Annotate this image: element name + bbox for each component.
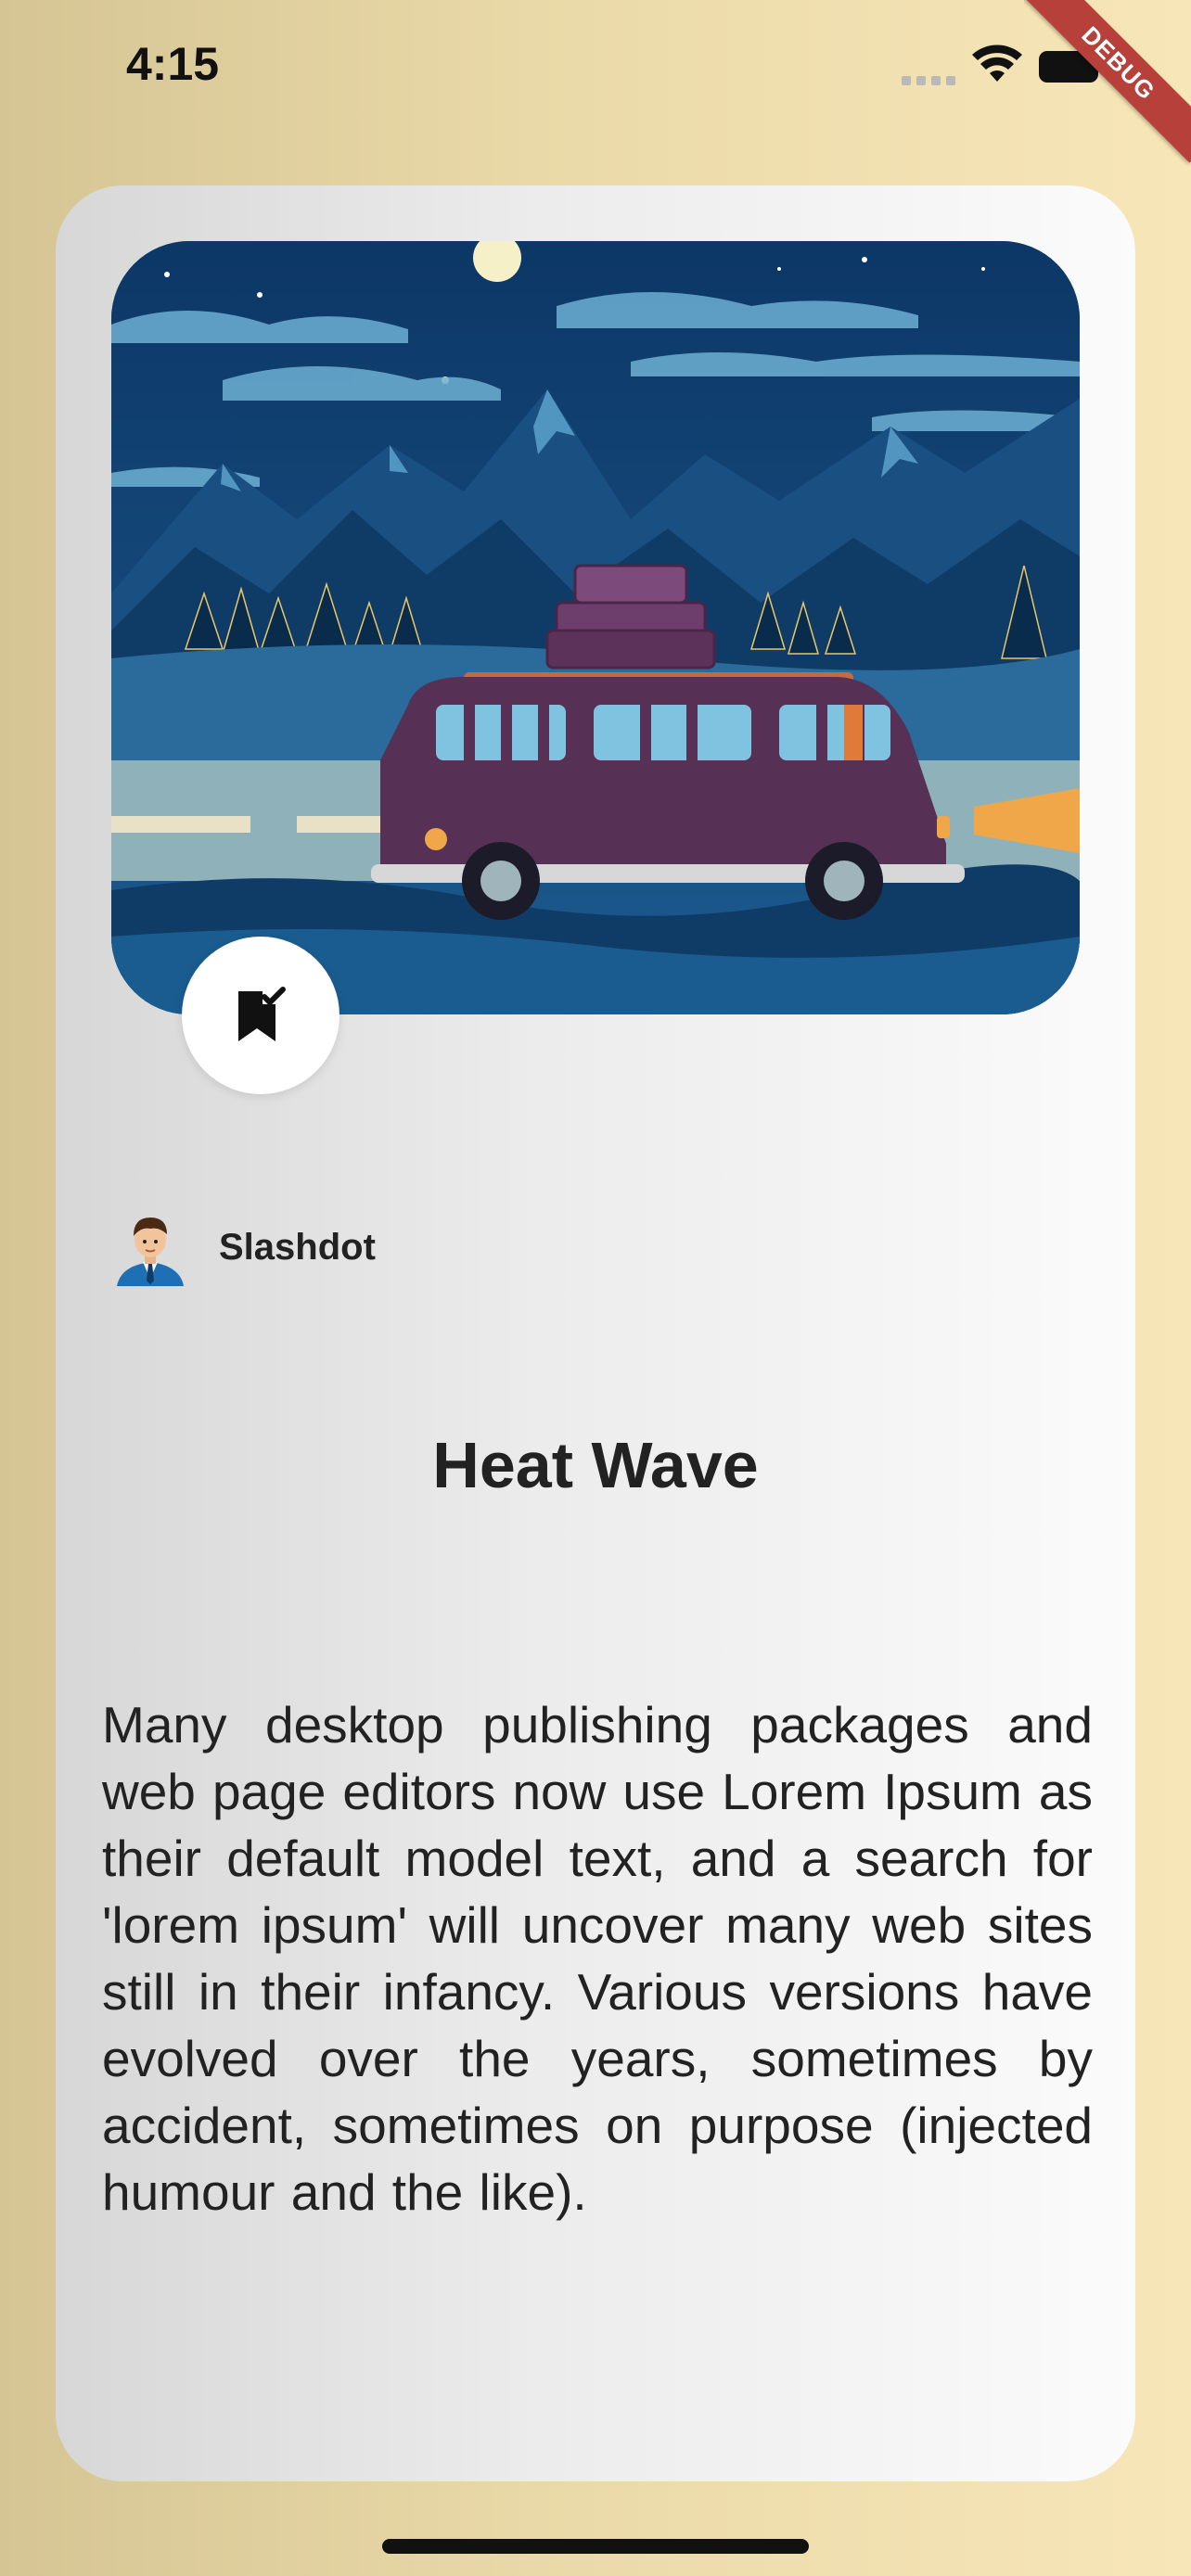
debug-label: DEBUG	[1024, 0, 1191, 163]
bookmark-check-icon	[238, 987, 286, 1041]
van-mountain-night-illustration	[111, 241, 1080, 1014]
author-name[interactable]: Slashdot	[219, 1227, 376, 1269]
signal-icon	[902, 76, 955, 85]
status-time: 4:15	[126, 38, 220, 90]
home-indicator[interactable]	[382, 2539, 809, 2554]
wifi-icon	[972, 45, 1022, 82]
article-title: Heat Wave	[432, 1429, 759, 1501]
status-bar: 4:15 DEBUG	[0, 0, 1191, 163]
bookmark-button[interactable]	[182, 937, 339, 1094]
man-avatar-icon	[117, 1218, 184, 1286]
debug-ribbon: DEBUG	[1024, 0, 1191, 167]
author-row: Slashdot	[111, 1205, 376, 1289]
hero-image	[111, 241, 1080, 1014]
article-body: Many desktop publishing packages and web…	[102, 1696, 1093, 2221]
news-card[interactable]: Slashdot Heat Wave Many desktop publishi…	[56, 185, 1135, 2481]
